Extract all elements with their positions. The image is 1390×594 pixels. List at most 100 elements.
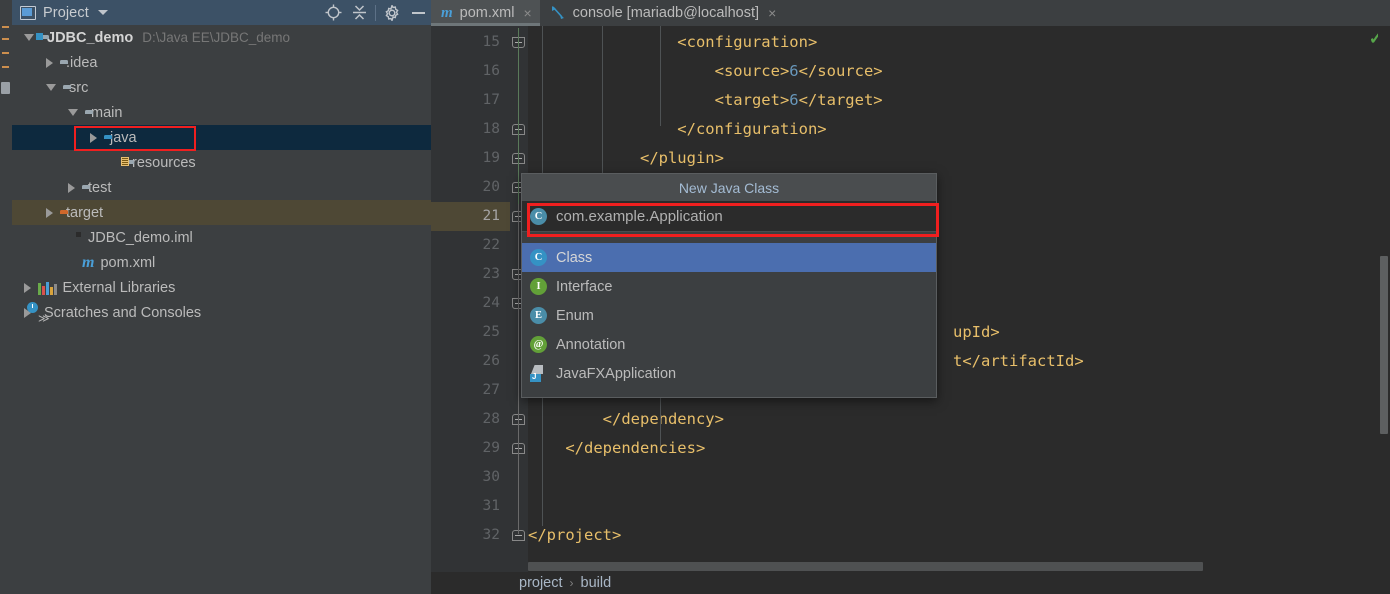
breadcrumb-item-build[interactable]: build [581, 575, 612, 591]
tree-item-path: D:\Java EE\JDBC_demo [142, 30, 291, 45]
tree-item-label: main [91, 104, 123, 121]
line-number: 31 [482, 498, 500, 514]
line-number: 28 [482, 411, 500, 427]
tree-item-src[interactable]: src [12, 75, 431, 100]
kind-item-class[interactable]: C Class [522, 243, 936, 272]
chevron-down-icon[interactable] [68, 109, 78, 116]
kind-item-interface[interactable]: I Interface [522, 272, 936, 301]
ide-window: Project JDBC_demo D:\Java EE\JDBC_demo .… [0, 0, 1390, 594]
kind-list: C Class I Interface E Enum @ Annotation JavaFXAp… [522, 243, 936, 388]
fold-spine [518, 28, 519, 68]
collapse-all-icon[interactable] [346, 0, 372, 25]
chevron-down-icon[interactable] [24, 34, 34, 41]
interface-icon: I [530, 278, 547, 295]
line-number: 16 [482, 63, 500, 79]
code-token: </dependencies> [528, 439, 706, 457]
chevron-down-icon[interactable] [97, 10, 108, 15]
tree-item-label: pom.xml [100, 254, 156, 271]
line-number: 15 [482, 34, 500, 50]
code-token: t</artifactId> [953, 352, 1084, 370]
code-token: 6 [789, 91, 799, 109]
tree-item-label: java [110, 129, 137, 146]
tree-item-label: test [88, 179, 112, 196]
line-number: 26 [482, 353, 500, 369]
kind-item-label: Annotation [556, 336, 626, 353]
chevron-right-icon[interactable] [46, 207, 53, 218]
breadcrumb-item-project[interactable]: project [519, 575, 563, 591]
tree-item-label: src [69, 79, 89, 96]
line-number: 20 [482, 179, 500, 195]
indent-guide [602, 26, 603, 186]
line-number: 18 [482, 121, 500, 137]
class-name-input[interactable]: C com.example.Application [522, 201, 936, 232]
code-token: <source> [528, 62, 790, 80]
tree-item-main[interactable]: main [12, 100, 431, 125]
kind-item-javafxapplication[interactable]: JavaFXApplication [522, 359, 936, 388]
breadcrumb-separator: › [569, 576, 574, 590]
editor-tab-pom-xml[interactable]: m pom.xml × [431, 0, 540, 26]
tree-item-pom-xml[interactable]: m pom.xml [12, 250, 431, 275]
editor-tab-console[interactable]: console [mariadb@localhost] × [540, 0, 785, 26]
code-line: </dependency> [528, 405, 724, 434]
minimize-icon[interactable] [405, 0, 431, 25]
code-token: upId> [953, 323, 1000, 341]
left-tool-strip [0, 0, 12, 594]
close-icon[interactable]: × [523, 5, 531, 21]
line-number: 30 [482, 469, 500, 485]
strip-handle[interactable] [1, 82, 10, 94]
tree-item-label: .idea [66, 54, 98, 71]
code-token: 6 [789, 62, 799, 80]
horizontal-scrollbar-thumb[interactable] [528, 562, 1203, 571]
tree-item-idea[interactable]: .idea [12, 50, 431, 75]
tree-item-jdbc-demo[interactable]: JDBC_demo D:\Java EE\JDBC_demo [12, 25, 431, 50]
project-header-actions [320, 0, 431, 25]
project-panel-title: Project [43, 4, 89, 21]
line-number: 22 [482, 237, 500, 253]
tree-item-label: Scratches and Consoles [44, 304, 202, 321]
chevron-down-icon[interactable] [46, 84, 56, 91]
vertical-scrollbar-thumb[interactable] [1380, 256, 1388, 434]
chevron-right-icon[interactable] [24, 282, 31, 293]
tree-item-label: JDBC_demo.iml [88, 229, 193, 246]
gear-icon[interactable] [379, 0, 405, 25]
tree-item-label: resources [132, 154, 196, 171]
tree-item-resources[interactable]: resources [12, 150, 431, 175]
strip-mark-2 [2, 38, 9, 40]
tree-item-jdbc-demo-iml[interactable]: JDBC_demo.iml [12, 225, 431, 250]
project-tool-window: Project JDBC_demo D:\Java EE\JDBC_demo .… [12, 0, 431, 594]
tree-item-label: External Libraries [62, 279, 176, 296]
kind-item-label: Class [556, 249, 593, 266]
line-number: 21 [482, 208, 500, 224]
line-number: 24 [482, 295, 500, 311]
chevron-right-icon[interactable] [68, 182, 75, 193]
code-token: </target> [798, 91, 883, 109]
class-icon: C [530, 207, 547, 225]
line-number: 25 [482, 324, 500, 340]
crosshair-target-icon[interactable] [320, 0, 346, 25]
toolbar-divider [375, 4, 376, 21]
tree-item-external-libraries[interactable]: External Libraries [12, 275, 431, 300]
kind-item-label: Enum [556, 307, 594, 324]
breadcrumb: project › build [431, 572, 1390, 594]
vertical-scrollbar[interactable] [1378, 26, 1390, 572]
kind-item-label: JavaFXApplication [556, 365, 677, 382]
code-line: t</artifactId> [953, 347, 1084, 376]
code-line: upId> [953, 318, 1000, 347]
horizontal-scrollbar[interactable] [528, 560, 1378, 572]
code-line: <source>6</source> [528, 57, 883, 86]
tree-item-java[interactable]: java [12, 125, 431, 150]
code-token: </dependency> [528, 410, 724, 428]
chevron-right-icon[interactable] [90, 132, 97, 143]
code-line: <configuration> [528, 28, 817, 57]
tree-item-scratches-and-consoles[interactable]: ≫ Scratches and Consoles [12, 300, 431, 325]
tree-item-target[interactable]: target [12, 200, 431, 225]
tree-item-test[interactable]: test [12, 175, 431, 200]
maven-file-icon: m [441, 4, 453, 21]
close-icon[interactable]: × [768, 5, 776, 21]
class-name-value: com.example.Application [556, 207, 723, 225]
maven-file-icon: m [82, 253, 95, 271]
kind-item-annotation[interactable]: @ Annotation [522, 330, 936, 359]
chevron-right-icon[interactable] [46, 57, 53, 68]
fold-spine [518, 264, 519, 534]
kind-item-enum[interactable]: E Enum [522, 301, 936, 330]
